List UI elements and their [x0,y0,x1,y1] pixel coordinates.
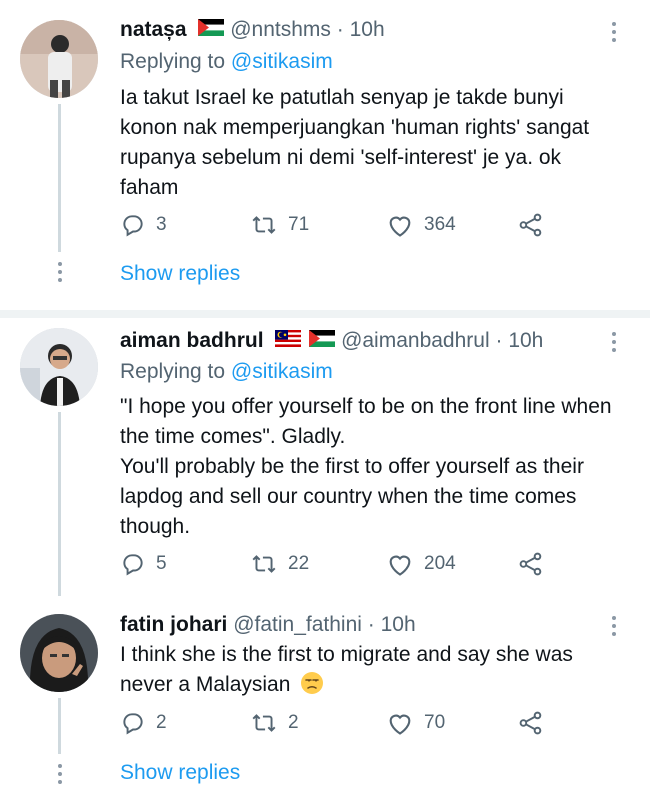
like-count: 204 [424,553,456,574]
like-count: 364 [424,214,456,235]
timestamp[interactable]: 10h [381,613,416,636]
retweet-count: 22 [288,553,310,574]
retweet-count: 71 [288,214,310,235]
tweet-text-line: the time comes". Gladly. [120,425,346,448]
retweet-button[interactable]: 71 [250,212,309,238]
like-button[interactable]: 204 [386,551,456,577]
reply-count: 2 [156,712,167,733]
action-bar: 3 71 364 [120,212,560,242]
reply-icon [123,215,143,237]
handle[interactable]: @fatin_fathini [233,613,362,636]
retweet-icon [252,555,276,573]
share-icon [519,711,542,735]
handle[interactable]: @nntshms [230,18,331,41]
like-button[interactable]: 364 [386,212,456,238]
avatar[interactable] [20,614,98,692]
display-name[interactable]: natașa [120,18,187,41]
retweet-icon [252,216,276,234]
timestamp[interactable]: 10h [508,329,543,352]
tweet-text-line: Ia takut Israel ke patutlah senyap je ta… [120,86,564,109]
divider [0,310,650,318]
reply-count: 5 [156,553,167,574]
retweet-count: 2 [288,712,299,733]
reply-button[interactable]: 2 [120,710,167,736]
palestine-flag-icon [198,18,225,42]
thread-dots [58,262,62,286]
thread-line [58,698,61,754]
replying-label: Replying to [120,50,226,73]
more-options-icon[interactable] [612,332,618,356]
tweet-1[interactable]: natașa @nntshms · 10h Replying to @sitik… [0,0,650,314]
tweet-header: natașa @nntshms · 10h [120,18,385,42]
reply-icon [123,554,143,576]
action-bar: 5 22 204 [120,551,560,581]
avatar[interactable] [20,20,98,98]
tweet-text-line: never a Malaysian [120,670,630,700]
show-replies-link[interactable]: Show replies [120,262,240,286]
more-options-icon[interactable] [612,616,618,640]
reply-button[interactable]: 5 [120,551,167,577]
reply-button[interactable]: 3 [120,212,167,238]
separator: · [367,613,375,636]
retweet-button[interactable]: 22 [250,551,309,577]
thread-line [58,412,61,596]
tweet-text-line: konon nak memperjuangkan 'human rights' … [120,116,590,139]
tweet-text-line: rupanya sebelum ni demi 'self-interest' … [120,146,562,169]
tweet-text-line: "I hope you offer yourself to be on the … [120,395,612,418]
like-count: 70 [424,712,446,733]
retweet-icon [252,714,276,732]
share-button[interactable] [518,212,544,238]
mention-link[interactable]: @sitikasim [231,360,333,383]
timestamp[interactable]: 10h [350,18,385,41]
tweet-text-fragment: never a Malaysian [120,673,291,696]
reply-count: 3 [156,214,167,235]
share-button[interactable] [518,551,544,577]
share-icon [519,552,542,576]
show-replies-link[interactable]: Show replies [120,761,240,785]
tweet-3[interactable]: fatin johari @fatin_fathini · 10h I thin… [0,596,650,808]
thread-dots [58,764,62,788]
unamused-face-emoji [301,672,324,694]
like-icon [389,216,411,237]
tweet-text: I think she is the first to migrate and … [120,640,630,700]
replying-to: Replying to @sitikasim [120,360,333,384]
display-name[interactable]: fatin johari [120,613,227,636]
handle[interactable]: @aimanbadhrul [341,329,490,352]
mention-link[interactable]: @sitikasim [231,50,333,73]
replying-label: Replying to [120,360,226,383]
tweet-header: aiman badhrul @aimanbadhrul · 10h [120,329,543,353]
avatar[interactable] [20,328,98,406]
action-bar: 2 2 70 [120,710,560,740]
tweet-2[interactable]: aiman badhrul @aimanbadhrul · 10h Replyi… [0,318,650,596]
tweet-header: fatin johari @fatin_fathini · 10h [120,613,416,637]
like-button[interactable]: 70 [386,710,445,736]
tweet-text-line: You'll probably be the first to offer yo… [120,455,584,478]
tweet-text-line: though. [120,515,191,538]
palestine-flag-icon [309,329,336,353]
like-icon [389,714,411,735]
share-icon [519,213,542,237]
malaysia-flag-icon [275,329,302,353]
share-button[interactable] [518,710,544,736]
reply-icon [123,713,143,735]
replying-to: Replying to @sitikasim [120,50,333,74]
tweet-text-line: lapdog and sell our country when the tim… [120,485,577,508]
tweet-text: "I hope you offer yourself to be on the … [120,392,630,542]
tweet-text-line: I think she is the first to migrate and … [120,643,573,666]
separator: · [336,18,344,41]
separator: · [495,329,503,352]
display-name[interactable]: aiman badhrul [120,329,264,352]
tweet-text-line: faham [120,176,179,199]
like-icon [389,555,411,576]
tweet-text: Ia takut Israel ke patutlah senyap je ta… [120,83,630,203]
thread-line [58,104,61,252]
more-options-icon[interactable] [612,22,618,46]
retweet-button[interactable]: 2 [250,710,299,736]
